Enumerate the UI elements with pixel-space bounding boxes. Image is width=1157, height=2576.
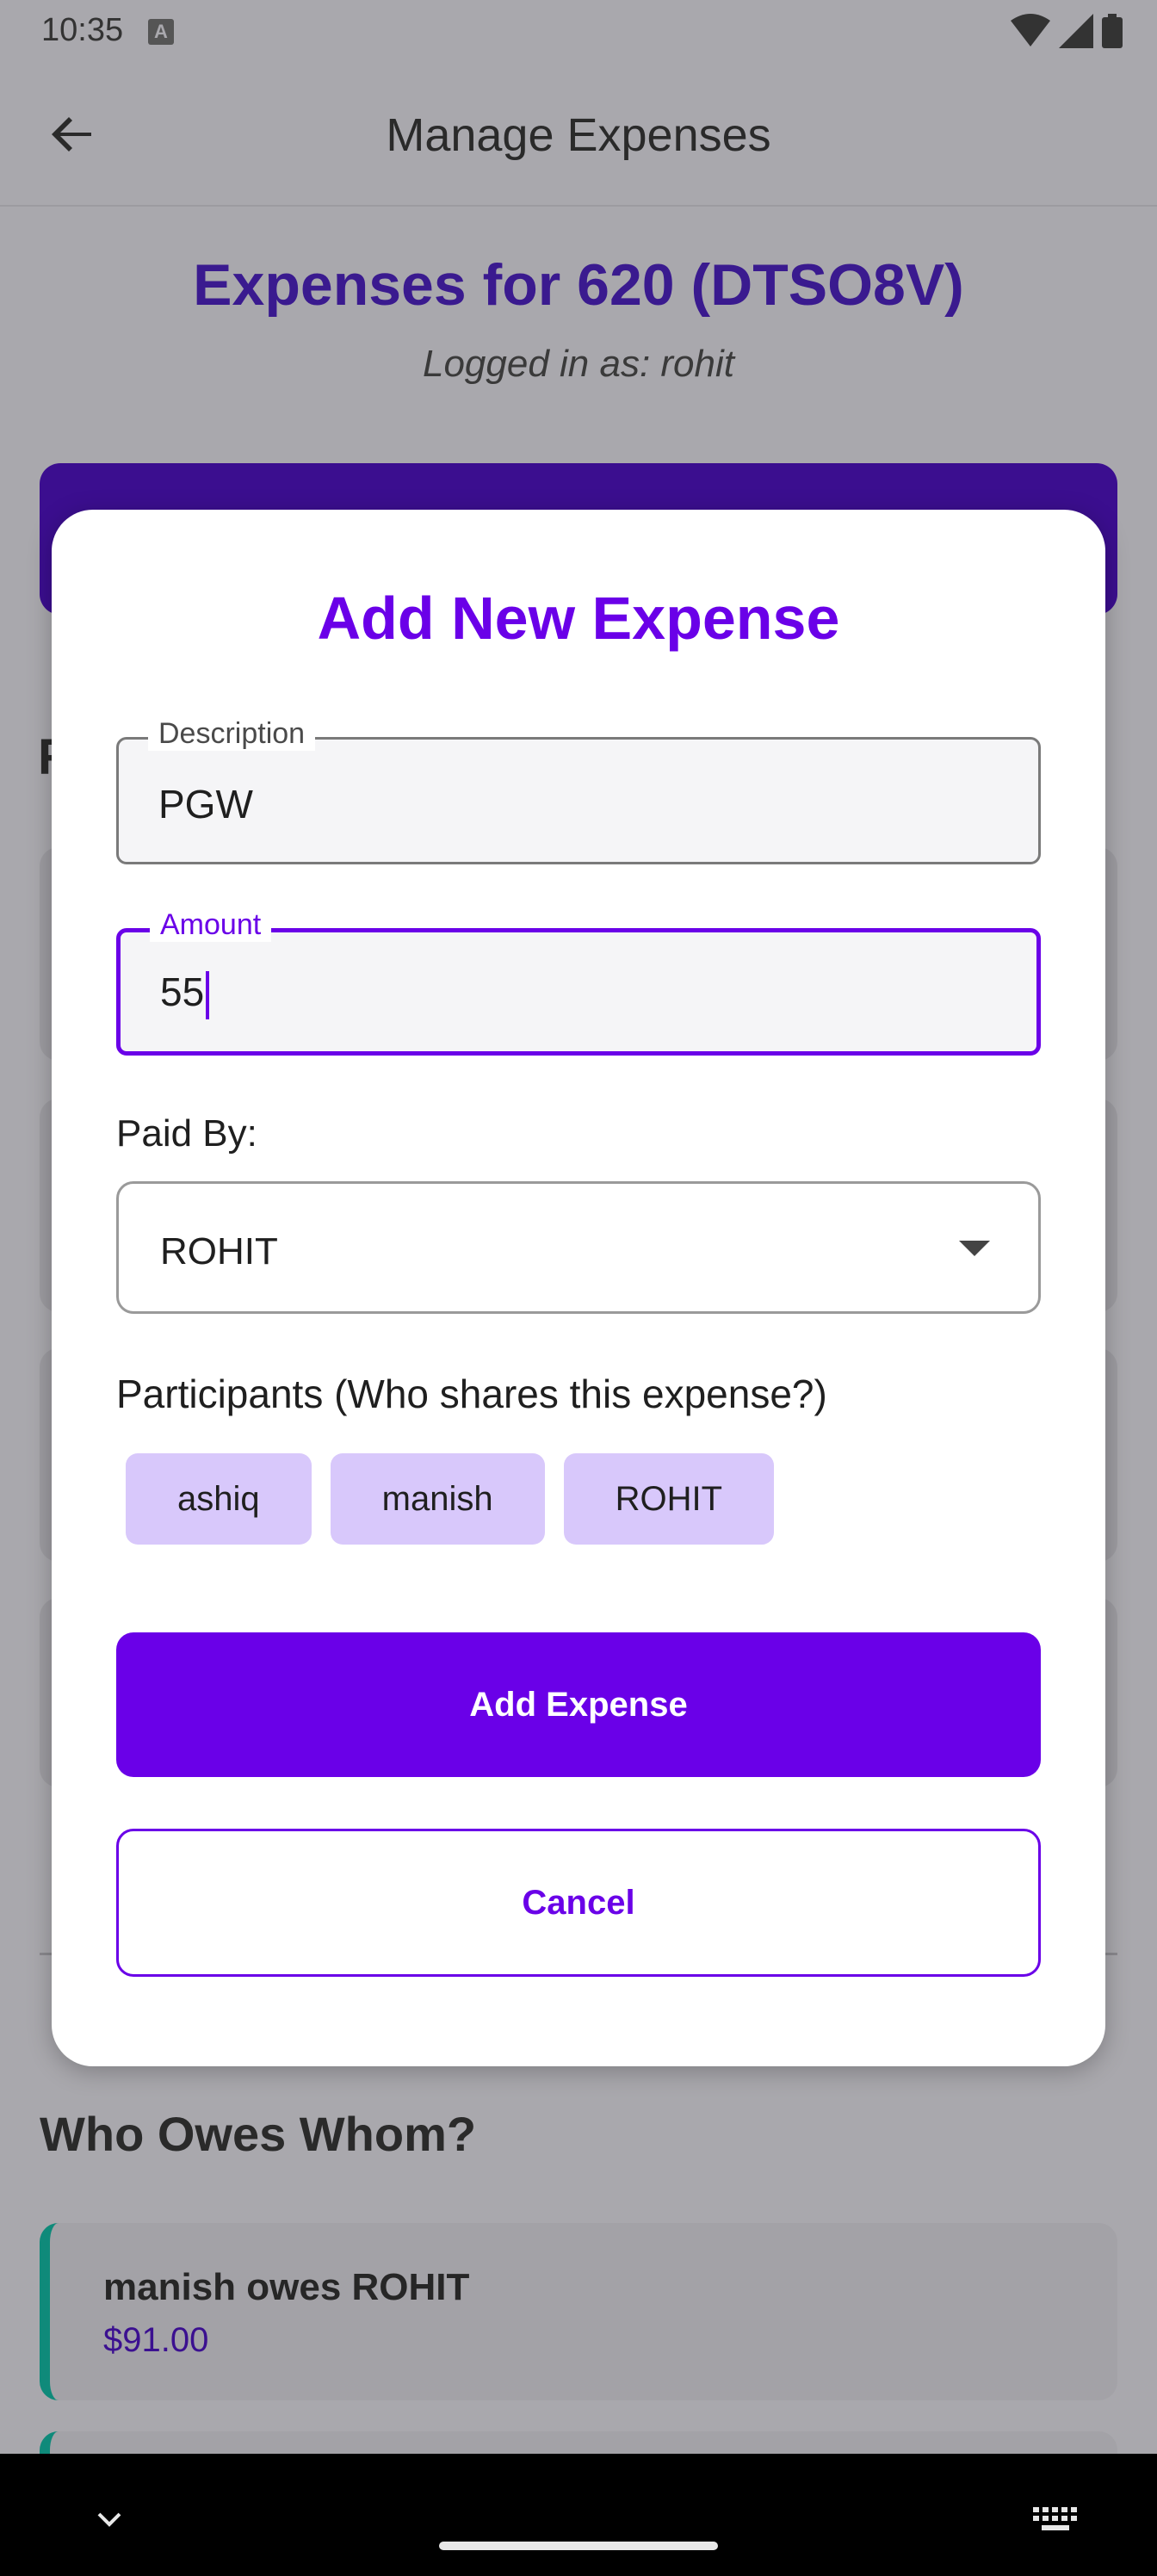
text-caret (206, 970, 210, 1019)
wifi-icon (1011, 14, 1050, 46)
description-label: Description (148, 717, 316, 751)
dropdown-arrow-icon (959, 1241, 990, 1256)
navigation-bar (0, 2454, 1157, 2576)
paid-by-dropdown[interactable]: ROHIT (116, 1181, 1041, 1314)
owe-card (40, 2223, 1117, 2400)
dialog-title: Add New Expense (317, 585, 840, 652)
status-icons (1011, 14, 1123, 48)
add-expense-button[interactable]: Add Expense (116, 1632, 1041, 1777)
participant-chip-rohit[interactable]: ROHIT (563, 1453, 775, 1545)
who-owes-heading: Who Owes Whom? (40, 2107, 477, 2161)
description-value: PGW (158, 782, 253, 827)
battery-icon (1102, 14, 1123, 48)
description-field[interactable]: Description PGW (116, 717, 1041, 864)
paid-by-value: ROHIT (160, 1230, 278, 1273)
status-time: 10:35 (41, 12, 124, 48)
amount-value-wrap: 55 (160, 969, 210, 1019)
home-handle[interactable] (439, 2542, 718, 2550)
a-icon: A (148, 19, 174, 45)
participant-chip-manish[interactable]: manish (330, 1453, 545, 1545)
status-bar: 10:35 A (0, 0, 1157, 62)
participant-chip-ashiq[interactable]: ashiq (126, 1453, 312, 1545)
amount-field[interactable]: Amount 55 (116, 908, 1041, 1056)
amount-label: Amount (150, 908, 272, 942)
owe-amount: $91.00 (103, 2321, 209, 2359)
amount-value: 55 (160, 969, 205, 1014)
participant-chips: ashiq manish ROHIT (126, 1453, 775, 1545)
owe-text: manish owes ROHIT (103, 2266, 470, 2308)
participants-label: Participants (Who shares this expense?) (116, 1372, 827, 1416)
add-expense-dialog: Add New Expense Description PGW Amount 5… (52, 510, 1105, 2066)
cellular-signal-icon (1059, 14, 1093, 48)
chevron-down-icon[interactable] (96, 2507, 122, 2533)
expenses-heading: Expenses for 620 (DTSO8V) (193, 252, 964, 318)
cancel-button[interactable]: Cancel (116, 1829, 1041, 1977)
logged-in-text: Logged in as: rohit (422, 343, 735, 385)
page-title: Manage Expenses (386, 109, 771, 161)
paid-by-label: Paid By: (116, 1112, 257, 1155)
app-bar: Manage Expenses (0, 62, 1157, 207)
keyboard-icon[interactable] (1033, 2507, 1078, 2533)
